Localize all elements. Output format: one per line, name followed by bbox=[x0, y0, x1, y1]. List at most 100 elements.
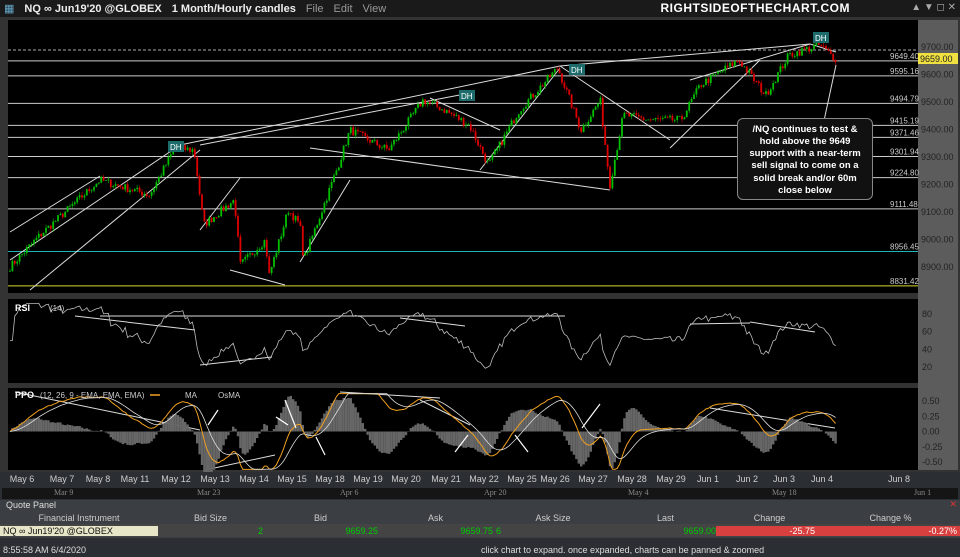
osma-bar bbox=[179, 417, 181, 432]
osma-bar bbox=[345, 399, 347, 432]
candle bbox=[614, 157, 616, 177]
candle-body bbox=[160, 176, 162, 177]
rsi-tick: 80 bbox=[922, 309, 932, 319]
menu-edit[interactable]: Edit bbox=[334, 3, 353, 15]
osma-bar bbox=[513, 412, 515, 431]
candle-body bbox=[830, 51, 832, 54]
chart-icon[interactable]: ▦ bbox=[4, 2, 14, 15]
candle-body bbox=[576, 108, 578, 118]
menu-file[interactable]: File bbox=[306, 3, 324, 15]
candle-body bbox=[9, 271, 11, 272]
candle-body bbox=[710, 75, 712, 83]
ppo-osma-legend: OsMA bbox=[218, 391, 241, 400]
candle-body bbox=[28, 244, 30, 247]
osma-bar bbox=[686, 430, 688, 432]
osma-bar bbox=[400, 432, 402, 440]
column-header[interactable]: Bid Size bbox=[158, 513, 263, 523]
candle-body bbox=[456, 115, 458, 116]
date-tick: May 18 bbox=[315, 474, 345, 484]
osma-bar bbox=[813, 427, 815, 431]
column-header[interactable]: Last bbox=[613, 513, 718, 523]
osma-bar bbox=[160, 428, 162, 432]
candle-body bbox=[712, 74, 714, 75]
candle-body bbox=[662, 118, 664, 119]
osma-bar bbox=[110, 432, 112, 438]
osma-bar bbox=[45, 420, 47, 431]
chart-scrollbar[interactable]: Mar 9Mar 23Apr 6Apr 20May 4May 18Jun 1 bbox=[2, 488, 958, 499]
osma-bar bbox=[597, 432, 599, 435]
period-selector[interactable]: 1 Month/Hourly candles bbox=[172, 3, 296, 15]
candle-body bbox=[252, 253, 254, 255]
date-tick: May 13 bbox=[200, 474, 230, 484]
osma-bar bbox=[604, 432, 606, 443]
candle-body bbox=[566, 88, 568, 90]
osma-bar bbox=[710, 418, 712, 431]
osma-bar bbox=[189, 428, 191, 431]
osma-bar bbox=[585, 432, 587, 462]
osma-bar bbox=[647, 422, 649, 431]
candle-body bbox=[540, 86, 542, 93]
close-icon[interactable]: ✕ bbox=[949, 499, 957, 510]
date-tick: May 12 bbox=[161, 474, 191, 484]
candle-body bbox=[388, 149, 390, 150]
status-hint: click chart to expand. once expanded, ch… bbox=[481, 545, 764, 555]
osma-bar bbox=[378, 432, 380, 452]
candle-body bbox=[633, 113, 635, 114]
osma-bar bbox=[150, 432, 152, 442]
osma-bar bbox=[510, 413, 512, 431]
candle-body bbox=[777, 72, 779, 82]
candle-body bbox=[98, 183, 100, 184]
candle-body bbox=[544, 82, 546, 86]
osma-bar bbox=[374, 432, 376, 446]
candle-body bbox=[614, 160, 616, 176]
symbol-selector[interactable]: NQ ∞ Jun19'20 @GLOBEX bbox=[24, 3, 161, 15]
quote-panel-title[interactable]: Quote Panel bbox=[6, 500, 56, 510]
osma-bar bbox=[626, 412, 628, 431]
column-header[interactable]: Ask bbox=[378, 513, 493, 523]
osma-bar bbox=[614, 432, 616, 463]
quote-row[interactable]: NQ ∞ Jun19'20 @GLOBEX 2 9659.25 9659.75 … bbox=[0, 524, 960, 537]
column-header[interactable]: Bid bbox=[263, 513, 378, 523]
column-header[interactable]: Change % bbox=[821, 513, 960, 523]
candle-body bbox=[477, 140, 479, 145]
column-header[interactable]: Financial Instrument bbox=[0, 513, 158, 523]
osma-bar bbox=[146, 432, 148, 444]
osma-bar bbox=[174, 414, 176, 432]
candle-body bbox=[768, 91, 770, 94]
candle-body bbox=[698, 85, 700, 88]
candle-body bbox=[465, 125, 467, 126]
chart-area[interactable]: 9649.409595.169494.799415.199371.469301.… bbox=[0, 17, 960, 472]
osma-bar bbox=[635, 409, 637, 431]
scroll-month-label: Mar 9 bbox=[54, 488, 73, 497]
candle-body bbox=[225, 206, 227, 211]
candle-body bbox=[194, 149, 196, 157]
window-controls[interactable]: ▲ ▼ ◻ ✕ bbox=[911, 2, 956, 13]
level-label: 9415.19 bbox=[890, 116, 919, 125]
candle-body bbox=[676, 116, 678, 120]
candle-body bbox=[439, 107, 441, 111]
candle-body bbox=[280, 236, 282, 239]
osma-bar bbox=[138, 432, 140, 444]
candle-body bbox=[19, 255, 21, 262]
candle bbox=[679, 116, 681, 117]
candle-body bbox=[396, 140, 398, 141]
osma-bar bbox=[141, 432, 143, 444]
candle bbox=[576, 108, 578, 119]
price-tick: 9700.00 bbox=[921, 42, 954, 52]
candle-body bbox=[206, 221, 208, 225]
osma-bar bbox=[246, 432, 248, 453]
candle-body bbox=[784, 64, 786, 68]
candle-body bbox=[216, 217, 218, 218]
osma-bar bbox=[47, 420, 49, 431]
osma-bar bbox=[628, 410, 630, 432]
candle-body bbox=[643, 118, 645, 120]
osma-bar bbox=[544, 417, 546, 432]
osma-bar bbox=[467, 432, 469, 448]
candle-body bbox=[93, 187, 95, 190]
menu-view[interactable]: View bbox=[363, 3, 387, 15]
candle-body bbox=[501, 141, 503, 144]
instrument-cell[interactable]: NQ ∞ Jun19'20 @GLOBEX bbox=[0, 526, 158, 536]
column-header[interactable]: Change bbox=[718, 513, 821, 523]
level-label: 9595.16 bbox=[890, 67, 919, 76]
column-header[interactable]: Ask Size bbox=[493, 513, 613, 523]
